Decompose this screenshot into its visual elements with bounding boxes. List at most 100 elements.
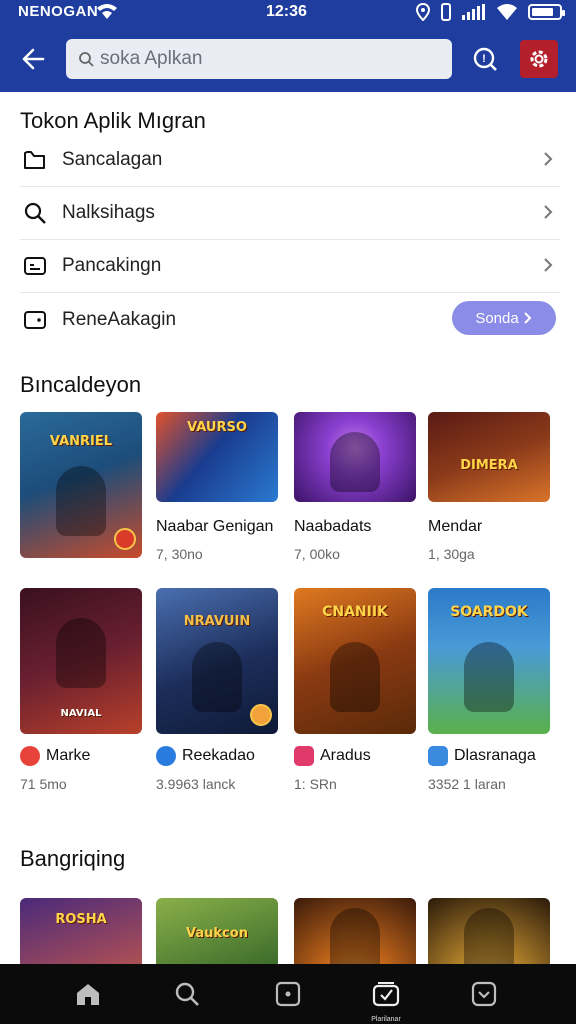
app-card[interactable]: NRAVUIN Reekadao 3.9963 lanck xyxy=(156,588,278,792)
app-card[interactable]: DIMERA Mendar 1, 30ga xyxy=(428,412,550,562)
help-button[interactable]: ! xyxy=(468,42,502,76)
app-meta: 3.9963 lanck xyxy=(156,776,236,792)
location-icon xyxy=(416,3,430,21)
app-meta: 1, 30ga xyxy=(428,546,475,562)
app-name-label: Dlasranaga xyxy=(454,747,536,764)
app-header: NENOGAN 12:36 ! xyxy=(0,0,576,92)
menu-item-label: Nalksihags xyxy=(62,202,155,223)
wallet-icon xyxy=(20,305,50,335)
character-figure xyxy=(192,642,242,712)
app-art-title: ROSHA xyxy=(55,912,107,927)
status-icons xyxy=(416,2,565,22)
app-art: ROSHA xyxy=(20,898,142,964)
card-icon xyxy=(20,251,50,281)
chevron-right-icon xyxy=(544,152,553,166)
app-card[interactable] xyxy=(428,898,550,964)
menu-list: Sancalagan Nalksihags Pancakingn RenеAak… xyxy=(20,134,560,346)
home-icon xyxy=(77,984,99,1005)
clock: 12:36 xyxy=(266,3,307,20)
search-icon xyxy=(20,198,50,228)
nav-library[interactable] xyxy=(368,976,404,1012)
app-art xyxy=(428,898,550,964)
back-button[interactable] xyxy=(16,42,50,76)
app-meta: 3352 1 laran xyxy=(428,776,506,792)
rating-badge xyxy=(250,704,272,726)
menu-item-nalksihags[interactable]: Nalksihags xyxy=(20,187,560,240)
menu-section-title: Tokon Aplik Mıgran xyxy=(20,108,206,133)
nav-search[interactable] xyxy=(169,976,205,1012)
app-name-label: Aradus xyxy=(320,747,371,764)
app-art xyxy=(294,412,416,502)
character-figure xyxy=(56,466,106,536)
menu-item-label: Pancakingn xyxy=(62,255,162,276)
nav-home[interactable] xyxy=(70,976,106,1012)
section-title-featured: Bıncaldeyon xyxy=(20,372,142,397)
arrow-left-icon xyxy=(22,48,45,70)
search-input[interactable] xyxy=(100,48,430,70)
app-card[interactable]: Naabadats 7, 00ko xyxy=(294,412,416,562)
app-card[interactable]: ROSHA xyxy=(20,898,142,964)
gear-icon xyxy=(530,50,548,68)
search-icon xyxy=(175,982,199,1006)
app-card[interactable]: VANRIEL xyxy=(20,412,142,558)
app-card[interactable]: VAURSO Naabar Genigan 7, 30no xyxy=(156,412,278,562)
menu-item-sancalagan[interactable]: Sancalagan xyxy=(20,134,560,187)
menu-item-label: Sancalagan xyxy=(62,149,163,170)
app-art-title: VANRIEL xyxy=(49,434,113,449)
app-art-title: Vaukcon xyxy=(186,926,248,941)
search-bar[interactable] xyxy=(66,39,452,79)
character-figure xyxy=(330,908,380,964)
app-art-title: CNANIIK xyxy=(322,604,388,620)
app-art-title: NAVIAL xyxy=(60,708,102,719)
chevron-right-icon xyxy=(544,258,553,272)
account-icon xyxy=(471,981,497,1007)
app-name-label: Reekadao xyxy=(182,747,255,764)
vibrate-icon xyxy=(441,3,451,21)
nav-account[interactable] xyxy=(466,976,502,1012)
app-icon xyxy=(294,746,314,766)
app-art-title: SOARDOK xyxy=(450,604,528,620)
app-card[interactable] xyxy=(294,898,416,964)
menu-item-pancakingn[interactable]: Pancakingn xyxy=(20,240,560,293)
app-art: NAVIAL xyxy=(20,588,142,734)
folder-icon xyxy=(20,145,50,175)
wifi-icon xyxy=(97,4,117,19)
battery-icon xyxy=(528,4,565,20)
character-figure xyxy=(330,432,380,492)
chevron-right-icon xyxy=(523,312,532,324)
nav-active-label: Plarilanar xyxy=(371,1016,401,1023)
menu-item-reneaakagin[interactable]: RenеAakagin Sonda xyxy=(20,293,560,346)
app-card[interactable]: SOARDOK Dlasranaga 3352 1 laran xyxy=(428,588,550,792)
search-icon xyxy=(79,52,94,67)
app-row-popular: NAVIAL Marke 71 5mo NRAVUIN Reekadao 3.9… xyxy=(20,588,576,798)
sonda-button-label: Sonda xyxy=(475,309,519,327)
app-art-title: NRAVUIN xyxy=(183,614,251,629)
app-art: VAURSO xyxy=(156,412,278,502)
character-figure xyxy=(464,908,514,964)
app-meta: 1: SRn xyxy=(294,776,337,792)
app-art: SOARDOK xyxy=(428,588,550,734)
app-card[interactable]: Vaukcon xyxy=(156,898,278,964)
settings-button[interactable] xyxy=(520,40,558,78)
rating-badge xyxy=(114,528,136,550)
app-name-label: Marke xyxy=(46,747,91,764)
app-name: Dlasranaga xyxy=(428,746,550,766)
app-name: Marke xyxy=(20,746,142,766)
app-name: Naabar Genigan xyxy=(156,518,274,535)
app-art-title: DIMERA xyxy=(460,458,518,473)
battery-fill xyxy=(532,8,553,16)
app-icon xyxy=(428,746,448,766)
app-card[interactable]: NAVIAL Marke 71 5mo xyxy=(20,588,142,792)
app-art: CNANIIK xyxy=(294,588,416,734)
library-icon xyxy=(372,982,400,1007)
help-icon: ! xyxy=(473,47,497,71)
app-card[interactable]: CNANIIK Aradus 1: SRn xyxy=(294,588,416,792)
bottom-navigation: Plarilanar xyxy=(0,964,576,1024)
sonda-button[interactable]: Sonda xyxy=(452,301,556,335)
nav-apps[interactable] xyxy=(270,976,306,1012)
app-icon xyxy=(20,746,40,766)
app-icon xyxy=(156,746,176,766)
chevron-right-icon xyxy=(544,205,553,219)
app-row-ranking: ROSHA Vaukcon xyxy=(20,898,576,964)
app-art: NRAVUIN xyxy=(156,588,278,734)
